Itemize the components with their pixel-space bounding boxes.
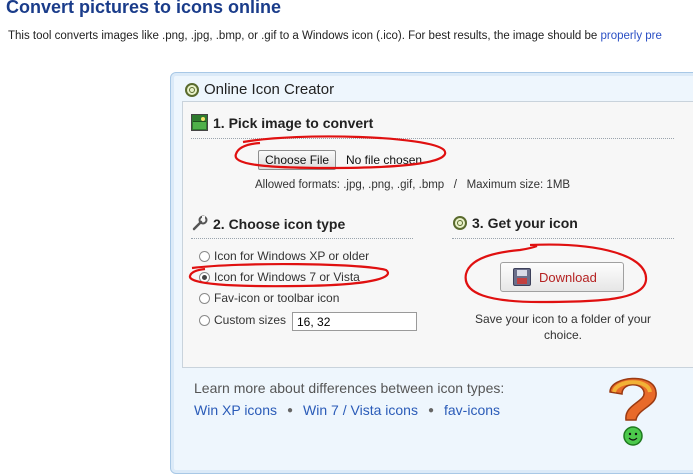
panel-header: Online Icon Creator [185,81,334,98]
radio-windows-7[interactable] [199,271,210,283]
section-icon-type-title: 2. Choose icon type [191,215,345,232]
custom-sizes-input[interactable] [292,312,417,331]
option-label: Icon for Windows XP or older [214,249,370,263]
radio-custom-sizes[interactable] [199,314,210,326]
circle-logo-icon [453,216,467,230]
section-3-divider [452,238,674,239]
picture-icon [191,114,208,131]
intro-description: This tool converts images like .png, .jp… [8,30,601,42]
question-mark-help-icon [609,377,657,446]
bullet-separator: ● [427,404,434,416]
bullet-separator: ● [287,404,294,416]
radio-fav-icon[interactable] [199,292,210,304]
panel-title: Online Icon Creator [204,81,335,98]
section-1-divider [191,138,674,139]
option-custom-sizes[interactable]: Custom sizes [199,313,286,327]
option-label: Icon for Windows 7 or Vista [214,270,360,284]
section-2-label: 2. Choose icon type [213,215,346,232]
option-fav-icon[interactable]: Fav-icon or toolbar icon [199,291,339,305]
allowed-formats: Allowed formats: .jpg, .png, .gif, .bmp … [255,179,571,191]
circle-logo-icon [185,82,199,97]
section-get-icon-title: 3. Get your icon [453,215,578,231]
icon-type-links: Win XP icons ● Win 7 / Vista icons ● fav… [194,402,500,418]
radio-windows-xp[interactable] [199,250,210,262]
floppy-disk-icon [513,268,531,286]
option-label: Custom sizes [214,313,287,327]
save-instructions: Save your icon to a folder of your choic… [474,312,652,342]
link-win7-vista-icons[interactable]: Win 7 / Vista icons [303,402,418,418]
download-label: Download [539,269,597,285]
download-button[interactable]: Download [500,262,624,292]
link-fav-icons[interactable]: fav-icons [444,402,500,418]
option-label: Fav-icon or toolbar icon [214,291,340,305]
learn-more-text: Learn more about differences between ico… [194,380,505,396]
section-3-label: 3. Get your icon [472,215,578,231]
section-1-label: 1. Pick image to convert [213,114,374,131]
wrench-icon [192,215,208,231]
section-2-divider [191,238,413,239]
file-status: No file chosen [346,153,423,167]
intro-text: This tool converts images like .png, .jp… [8,30,662,42]
section-pick-image-title: 1. Pick image to convert [191,114,373,131]
option-windows-xp[interactable]: Icon for Windows XP or older [199,249,369,263]
link-win-xp-icons[interactable]: Win XP icons [194,402,277,418]
choose-file-button[interactable]: Choose File [258,150,337,170]
option-windows-7[interactable]: Icon for Windows 7 or Vista [199,270,360,284]
intro-link[interactable]: properly pre [601,30,662,42]
page-title: Convert pictures to icons online [6,0,282,17]
